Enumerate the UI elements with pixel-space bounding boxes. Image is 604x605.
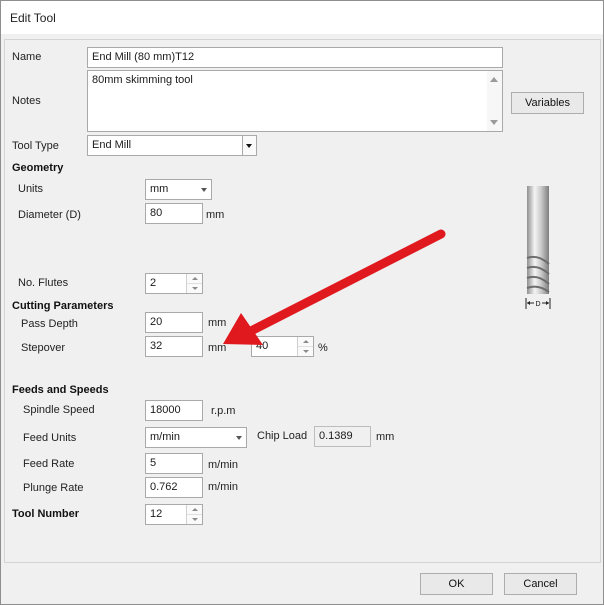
diameter-label: Diameter (D) xyxy=(18,209,81,221)
spin-up-icon[interactable] xyxy=(192,508,198,511)
notes-text: 80mm skimming tool xyxy=(92,74,193,86)
tool-type-select[interactable]: End Mill xyxy=(87,135,257,156)
feed-units-label: Feed Units xyxy=(23,432,77,444)
stepover-percent-stepper[interactable]: 40 xyxy=(251,336,314,357)
stepover-unit: mm xyxy=(208,342,227,354)
spindle-speed-unit: r.p.m xyxy=(211,405,236,417)
tool-number-header: Tool Number xyxy=(12,508,80,520)
spin-up-icon[interactable] xyxy=(192,277,198,280)
flutes-stepper[interactable]: 2 xyxy=(145,273,203,294)
feeds-speeds-header: Feeds and Speeds xyxy=(12,384,109,396)
scroll-down-icon[interactable] xyxy=(490,120,498,125)
feed-rate-label: Feed Rate xyxy=(23,458,75,470)
spin-down-icon[interactable] xyxy=(303,350,309,353)
tool-number-stepper[interactable]: 12 xyxy=(145,504,203,525)
spin-down-icon[interactable] xyxy=(192,518,198,521)
spindle-speed-label: Spindle Speed xyxy=(23,404,95,416)
geometry-header: Geometry xyxy=(12,162,64,174)
chevron-down-icon xyxy=(236,436,242,440)
flutes-label: No. Flutes xyxy=(18,277,69,289)
diameter-unit: mm xyxy=(206,209,225,221)
flutes-spin-buttons[interactable] xyxy=(186,274,202,293)
scroll-up-icon[interactable] xyxy=(490,77,498,82)
chip-load-label: Chip Load xyxy=(257,430,308,442)
feed-units-select[interactable]: m/min xyxy=(145,427,247,448)
variables-button[interactable]: Variables xyxy=(511,92,584,114)
notes-textarea[interactable]: 80mm skimming tool xyxy=(87,70,503,132)
feed-rate-unit: m/min xyxy=(208,459,238,471)
tool-number-spin-buttons[interactable] xyxy=(186,505,202,524)
units-select[interactable]: mm xyxy=(145,179,212,200)
plunge-rate-unit: m/min xyxy=(208,481,238,493)
name-input[interactable]: End Mill (80 mm)T12 xyxy=(87,47,503,68)
chevron-down-icon xyxy=(201,188,207,192)
notes-label: Notes xyxy=(12,95,41,107)
cutting-parameters-header: Cutting Parameters xyxy=(12,300,114,312)
chip-load-unit: mm xyxy=(376,431,395,443)
stepover-percent-unit: % xyxy=(318,342,328,354)
window-title: Edit Tool xyxy=(10,11,56,25)
pass-depth-unit: mm xyxy=(208,317,227,329)
tool-type-label: Tool Type xyxy=(12,140,59,152)
cancel-button[interactable]: Cancel xyxy=(504,573,577,595)
pass-depth-label: Pass Depth xyxy=(21,318,78,330)
title-bar[interactable]: Edit Tool xyxy=(1,1,603,34)
stepover-label: Stepover xyxy=(21,342,66,354)
feed-rate-input[interactable]: 5 xyxy=(145,453,203,474)
name-label: Name xyxy=(12,51,42,63)
ok-button[interactable]: OK xyxy=(420,573,493,595)
chevron-down-icon xyxy=(246,144,252,148)
tool-shank xyxy=(527,186,549,252)
diameter-input[interactable]: 80 xyxy=(145,203,203,224)
stepover-input[interactable]: 32 xyxy=(145,336,203,357)
spindle-speed-input[interactable]: 18000 xyxy=(145,400,203,421)
diameter-dimension-label: D xyxy=(535,301,540,308)
edit-tool-dialog: Edit Tool Name End Mill (80 mm)T12 Notes… xyxy=(0,0,604,605)
chip-load-value: 0.1389 xyxy=(314,426,371,447)
end-mill-diagram: D xyxy=(525,186,551,309)
spin-up-icon[interactable] xyxy=(303,340,309,343)
spin-down-icon[interactable] xyxy=(192,287,198,290)
pass-depth-input[interactable]: 20 xyxy=(145,312,203,333)
notes-scrollbar[interactable] xyxy=(487,71,502,131)
plunge-rate-input[interactable]: 0.762 xyxy=(145,477,203,498)
units-label: Units xyxy=(18,183,44,195)
plunge-rate-label: Plunge Rate xyxy=(23,482,84,494)
stepover-spin-buttons[interactable] xyxy=(297,337,313,356)
